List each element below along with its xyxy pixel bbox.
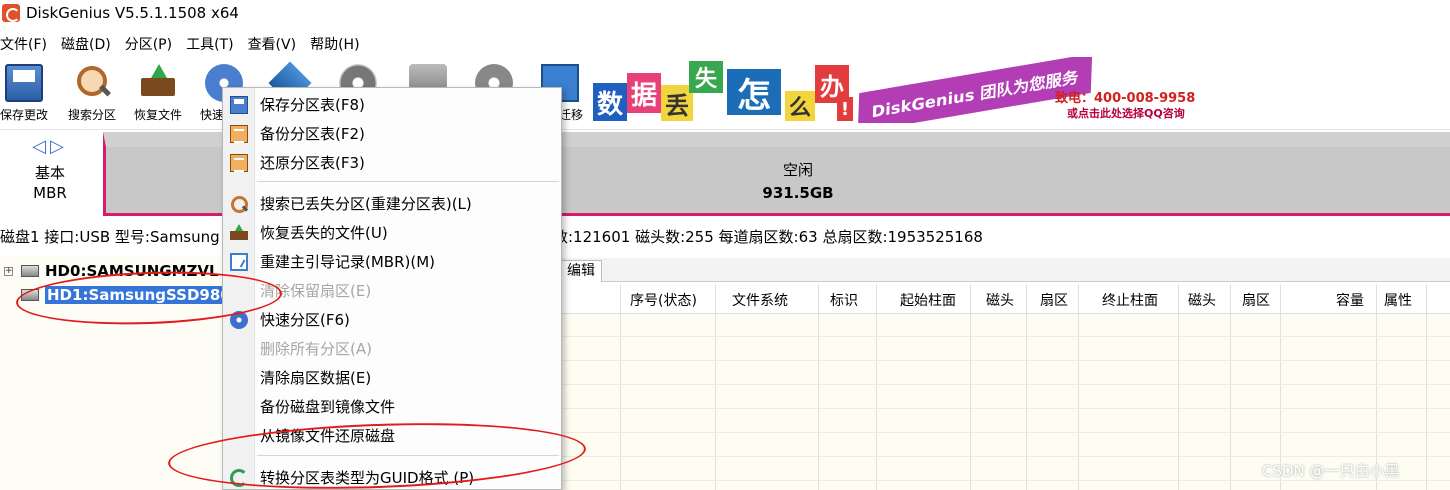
menu-item-search-lost-partitions[interactable]: 搜索已丢失分区(重建分区表)(L) — [223, 189, 561, 218]
menu-tools[interactable]: 工具(T) — [186, 34, 239, 54]
banner-char-6: 么 — [785, 91, 815, 121]
menu-item-label: 删除所有分区(A) — [260, 340, 372, 358]
watermark: CSDN @一只白小黑 — [1262, 462, 1400, 480]
table-icon — [230, 153, 248, 172]
title-bar: DiskGenius V5.5.1.1508 x64 — [0, 0, 1450, 26]
menu-item-label: 搜索已丢失分区(重建分区表)(L) — [260, 195, 472, 213]
menu-item-backup-partition-table[interactable]: 备份分区表(F2) — [223, 119, 561, 148]
menu-item-label: 恢复丢失的文件(U) — [260, 224, 388, 242]
disk-info-left: 磁盘1 接口:USB 型号:Samsung — [0, 227, 220, 246]
col-filesystem[interactable]: 文件系统 — [732, 290, 788, 310]
recover-files-button[interactable]: 恢复文件 — [126, 62, 190, 126]
save-icon — [230, 95, 248, 114]
disk-info-right: 数:121601 磁头数:255 每道扇区数:63 总扇区数:195352516… — [553, 227, 983, 246]
partition-table-header: 序号(状态) 文件系统 标识 起始柱面 磁头 扇区 终止柱面 磁头 扇区 容量 … — [560, 284, 1450, 314]
col-head-start[interactable]: 磁头 — [986, 290, 1014, 310]
menu-item-rebuild-mbr[interactable]: 重建主引导记录(MBR)(M) — [223, 247, 561, 276]
tab-edit[interactable]: 编辑 — [560, 260, 602, 282]
menu-item-label: 保存分区表(F8) — [260, 96, 365, 114]
app-logo-icon — [2, 4, 20, 22]
partition-style: 基本 MBR — [0, 163, 100, 203]
window-title: DiskGenius V5.5.1.1508 x64 — [26, 4, 239, 22]
expand-icon[interactable]: + — [4, 266, 13, 276]
tab-strip: 编辑 — [560, 258, 1450, 282]
col-start-cylinder[interactable]: 起始柱面 — [900, 290, 956, 310]
recover-box-icon — [230, 223, 248, 242]
save-icon — [5, 64, 43, 102]
col-end-cylinder[interactable]: 终止柱面 — [1102, 290, 1158, 310]
menu-item-label: 备份磁盘到镜像文件 — [260, 398, 396, 416]
drive-icon — [21, 265, 39, 277]
menu-partition[interactable]: 分区(P) — [125, 34, 178, 54]
menu-item-label: 备份分区表(F2) — [260, 125, 365, 143]
menu-item-label: 重建主引导记录(MBR)(M) — [260, 253, 436, 271]
banner-phone: 致电：400-008-9958 — [1055, 91, 1196, 106]
search-icon — [73, 64, 111, 102]
disk-nav: ◁▷ 基本 MBR — [0, 130, 100, 220]
table-icon — [230, 124, 248, 143]
partition-style-basic: 基本 — [34, 164, 65, 182]
col-sector-start[interactable]: 扇区 — [1040, 290, 1068, 310]
menu-separator — [257, 181, 559, 182]
magnifier-icon — [230, 195, 248, 213]
save-changes-button[interactable]: 保存更改 — [0, 62, 56, 126]
disk-nav-arrows[interactable]: ◁▷ — [0, 136, 100, 157]
menu-item-restore-partition-table[interactable]: 还原分区表(F3) — [223, 148, 561, 177]
menu-item-label: 还原分区表(F3) — [260, 154, 365, 172]
menu-item-clear-sector-data[interactable]: 清除扇区数据(E) — [223, 363, 561, 392]
col-capacity[interactable]: 容量 — [1336, 290, 1364, 310]
ad-banner[interactable]: 数 据 丢 失 怎 么 办 ! DiskGenius 团队为您服务 致电：400… — [593, 57, 1205, 123]
menu-item-recover-lost-files[interactable]: 恢复丢失的文件(U) — [223, 218, 561, 247]
disk-info-bar: 磁盘1 接口:USB 型号:Samsung 数:121601 磁头数:255 每… — [0, 222, 1450, 250]
free-space-size: 931.5GB — [762, 183, 834, 202]
menu-item-backup-disk-to-image[interactable]: 备份磁盘到镜像文件 — [223, 392, 561, 421]
menu-file[interactable]: 文件(F) — [0, 34, 53, 54]
search-partition-button[interactable]: 搜索分区 — [60, 62, 124, 126]
menu-view[interactable]: 查看(V) — [248, 34, 303, 54]
col-attributes[interactable]: 属性 — [1384, 290, 1412, 310]
col-id[interactable]: 标识 — [830, 290, 858, 310]
col-head-end[interactable]: 磁头 — [1188, 290, 1216, 310]
col-sector-end[interactable]: 扇区 — [1242, 290, 1270, 310]
banner-char-2: 据 — [627, 73, 661, 113]
recover-files-label: 恢复文件 — [133, 108, 182, 122]
banner-char-1: 数 — [593, 83, 627, 121]
search-partition-label: 搜索分区 — [67, 108, 116, 122]
recover-icon — [139, 64, 177, 102]
menu-item-quick-partition[interactable]: 快速分区(F6) — [223, 305, 561, 334]
menu-item-save-partition-table[interactable]: 保存分区表(F8) — [223, 90, 561, 119]
partition-style-mbr: MBR — [33, 184, 67, 202]
edit-icon — [230, 252, 248, 271]
chevron-left-icon[interactable]: ◁ — [32, 136, 50, 157]
banner-char-5: 怎 — [727, 69, 781, 116]
menu-item-delete-all-partitions: 删除所有分区(A) — [223, 334, 561, 363]
banner-char-8: ! — [837, 97, 853, 121]
banner-qq-link[interactable]: 或点击此处选择QQ咨询 — [1067, 105, 1185, 121]
banner-char-4: 失 — [689, 61, 723, 93]
menu-bar: 文件(F) 磁盘(D) 分区(P) 工具(T) 查看(V) 帮助(H) — [0, 32, 374, 56]
menu-disk[interactable]: 磁盘(D) — [61, 34, 117, 54]
free-space-label: 空闲 — [782, 160, 813, 179]
menu-item-label: 清除扇区数据(E) — [260, 369, 372, 387]
col-index-status[interactable]: 序号(状态) — [630, 290, 697, 310]
chevron-right-icon[interactable]: ▷ — [50, 136, 68, 157]
menu-item-label: 快速分区(F6) — [260, 311, 350, 329]
save-changes-label: 保存更改 — [0, 108, 48, 122]
menu-help[interactable]: 帮助(H) — [310, 34, 365, 54]
